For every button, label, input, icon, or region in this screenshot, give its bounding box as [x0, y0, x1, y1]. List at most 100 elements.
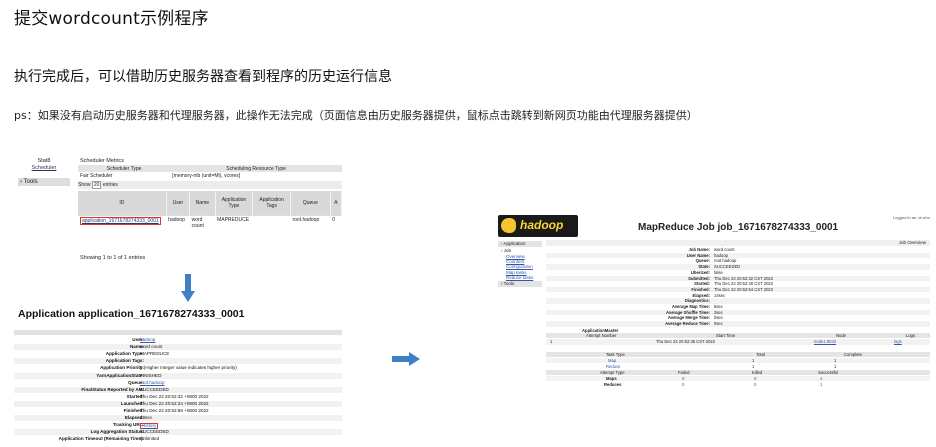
details-bar: [14, 330, 342, 335]
elephant-icon: [501, 218, 516, 233]
th-extra[interactable]: A: [330, 191, 343, 216]
th-user[interactable]: User: [166, 191, 191, 216]
nav-item-stat[interactable]: Stat8: [14, 158, 74, 165]
detail-value: 24sec: [140, 415, 153, 421]
detail-key: Application Type:: [105, 351, 144, 357]
detail-value: 0 (Higher Integer value indicates higher…: [140, 365, 237, 371]
detail-key: FinalStatus Reported by AM:: [81, 386, 144, 392]
detail-link[interactable]: hadoop: [140, 337, 155, 343]
attempt-reduces-killed[interactable]: 0: [754, 382, 756, 387]
detail-row: Launched: Thu Dec 22 20:52:34 +0800 2022: [14, 400, 342, 407]
task-reduce-link[interactable]: Reduce: [606, 364, 620, 369]
am-attempt: 1: [550, 339, 553, 344]
detail-key: Application Timeout (Remaining Time):: [58, 436, 144, 442]
task-row-reduce: Reduce 1 1: [546, 364, 930, 369]
cell-user: hadoop: [166, 215, 190, 240]
scheduler-screenshot: Stat8 Scheduler › Tools Scheduler Metric…: [14, 158, 343, 266]
scheduler-nav: Stat8 Scheduler › Tools: [14, 158, 74, 186]
detail-row: Application Type: MAPREDUCE: [14, 351, 342, 357]
job-detail-row: Average Reduce Time: 0sec: [546, 321, 930, 327]
detail-row: Log Aggregation Status: SUCCEEDED: [14, 429, 342, 436]
detail-value: MAPREDUCE: [140, 351, 170, 357]
job-overview-header: Job Overview: [546, 240, 930, 246]
th-name[interactable]: Name: [189, 191, 216, 216]
job-detail-value: 0sec: [714, 321, 723, 327]
detail-row: Started: Thu Dec 22 20:52:32 +0800 2022: [14, 394, 342, 400]
nav-tools[interactable]: › Tools: [18, 178, 70, 186]
th-app-tags[interactable]: Application Tags: [252, 191, 291, 216]
detail-row: Application Tags:: [14, 358, 342, 365]
detail-row: Name: word count: [14, 344, 342, 351]
tracking-url-link[interactable]: History: [140, 422, 159, 430]
sidebar-application[interactable]: › Application: [498, 241, 542, 247]
cell-queue: root.hadoop: [290, 215, 331, 240]
task-reduce-complete: 1: [834, 364, 837, 369]
attempt-h-type: Attempt Type: [600, 370, 625, 375]
detail-value: SUCCEEDED: [140, 386, 169, 392]
cell-name: word count: [189, 215, 216, 240]
detail-row: YarnApplicationState: FINISHED: [14, 372, 342, 379]
slide-title: 提交wordcount示例程序: [14, 9, 209, 29]
detail-row: Application Timeout (Remaining Time): Unl…: [14, 436, 342, 442]
detail-key: YarnApplicationState:: [96, 372, 144, 378]
am-header-row: Attempt Number Start Time Node Logs: [546, 333, 930, 338]
job-main: Job Overview Job Name: word count User Nam…: [546, 240, 930, 392]
attempt-maps: Maps: [606, 376, 617, 381]
scheduler-metrics-title: Scheduler Metrics: [80, 158, 125, 164]
detail-value: FINISHED: [140, 372, 162, 378]
th-id[interactable]: ID: [78, 191, 167, 216]
am-h-attempt: Attempt Number: [586, 333, 617, 338]
arrow-right-icon: [392, 352, 420, 366]
th-queue[interactable]: Queue: [290, 191, 331, 216]
task-h-total: Total: [756, 352, 765, 357]
am-row: 1 Thu Dec 22 20:52:35 CST 2022 node1:804…: [546, 339, 930, 345]
task-map-link[interactable]: Map: [608, 358, 616, 363]
attempt-maps-failed[interactable]: 0: [682, 376, 684, 381]
job-history-screenshot: hadoop MapReduce Job job_1671678274333_0…: [496, 212, 930, 392]
sidebar-tools[interactable]: › Tools: [498, 281, 542, 288]
task-reduce-total: 1: [752, 364, 755, 369]
am-h-start: Start Time: [716, 333, 736, 338]
attempt-h-failed: Failed: [678, 370, 690, 375]
attempt-reduces-successful[interactable]: 1: [820, 382, 822, 387]
detail-row: User: hadoop: [14, 337, 342, 343]
attempt-h-killed: Killed: [752, 370, 763, 375]
detail-value: Thu Dec 22 20:52:34 +0800 2022: [140, 400, 209, 406]
attempt-reduces: Reduces: [604, 382, 622, 387]
show-label: Show: [78, 182, 91, 188]
detail-value: Unlimited: [140, 436, 160, 442]
logo-text: hadoop: [520, 218, 564, 232]
detail-value: word count: [140, 344, 163, 350]
slide-subtitle: 执行完成后，可以借助历史服务器查看到程序的历史运行信息: [14, 69, 392, 85]
am-node-link[interactable]: node1:8042: [814, 339, 836, 344]
detail-value: Thu Dec 22 20:52:32 +0800 2022: [140, 393, 209, 399]
nav-item-scheduler[interactable]: Scheduler: [14, 165, 74, 172]
col-resource-type: Scheduling Resource Type: [170, 165, 342, 172]
am-start: Thu Dec 22 20:52:35 CST 2022: [656, 339, 716, 344]
am-h-node: Node: [836, 333, 847, 338]
detail-row: Finished: Thu Dec 22 20:52:56 +0800 2022: [14, 408, 342, 414]
detail-key: Application Tags:: [105, 358, 144, 364]
detail-value: SUCCEEDED: [140, 429, 169, 435]
col-scheduler-type: Scheduler Type: [78, 165, 171, 172]
job-detail-key: Average Reduce Time:: [665, 321, 710, 327]
attempt-reduces-failed[interactable]: 0: [682, 382, 684, 387]
detail-row: Application Priority: 0 (Higher Integer v…: [14, 365, 342, 371]
am-logs-link[interactable]: logs: [894, 339, 902, 344]
sidebar-link-reduce-tasks[interactable]: Reduce tasks: [498, 275, 542, 280]
cell-extra: 0: [330, 215, 342, 240]
detail-key: Log Aggregation Status:: [90, 429, 144, 435]
attempt-maps-successful[interactable]: 1: [820, 376, 822, 381]
showing-entries: Showing 1 to 1 of 1 entries: [80, 255, 146, 261]
application-id-link[interactable]: application_1671678274333_0001: [80, 217, 161, 225]
detail-row: Queue: root.hadoop: [14, 380, 342, 386]
application-details-screenshot: User: hadoop Name: word count Application Ty…: [14, 330, 342, 447]
th-app-type[interactable]: Application Type: [215, 191, 254, 216]
attempt-row-maps: Maps 0 0 1: [546, 376, 930, 382]
attempt-maps-killed[interactable]: 0: [754, 376, 756, 381]
show-select[interactable]: 20: [91, 181, 102, 189]
application-heading: Application application_1671678274333_00…: [18, 308, 245, 320]
task-map-total: 1: [752, 358, 755, 363]
job-sidebar: › Application › Job Overview Counters Co…: [498, 240, 542, 288]
detail-link[interactable]: root.hadoop: [140, 380, 165, 386]
